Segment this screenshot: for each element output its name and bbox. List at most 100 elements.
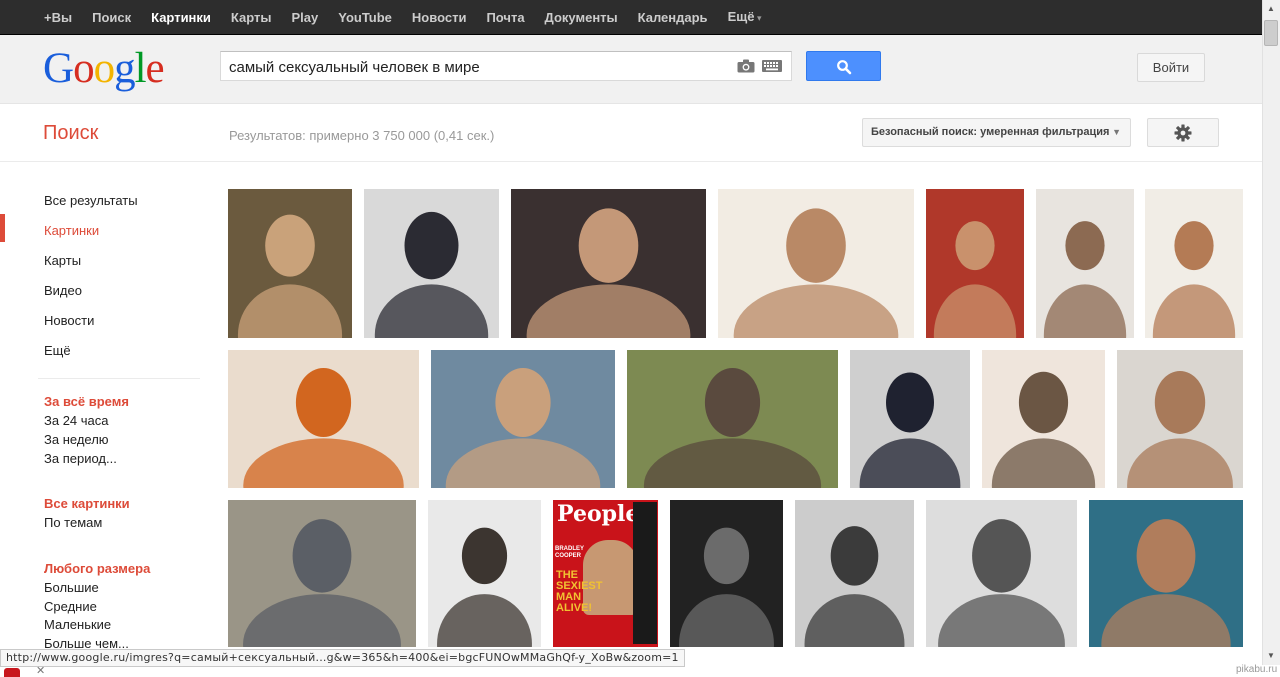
- image-result[interactable]: [1117, 350, 1243, 488]
- search-icon: [837, 60, 852, 75]
- top-nav-calendar[interactable]: Календарь: [628, 0, 718, 35]
- sidebar-item-all-results[interactable]: Все результаты: [44, 193, 138, 208]
- thumbnail-image: [364, 189, 499, 338]
- logo-letter: G: [43, 45, 74, 92]
- chevron-down-icon: ▼: [1112, 127, 1121, 137]
- image-result[interactable]: [850, 350, 970, 488]
- search-input[interactable]: [229, 57, 729, 77]
- top-nav-search[interactable]: Поиск: [82, 0, 141, 35]
- image-result[interactable]: [364, 189, 499, 338]
- image-result[interactable]: [1036, 189, 1134, 338]
- image-result[interactable]: [982, 350, 1105, 488]
- image-result[interactable]: [795, 500, 914, 647]
- camera-icon[interactable]: [737, 59, 755, 73]
- image-result[interactable]: [511, 189, 706, 338]
- top-nav-news[interactable]: Новости: [402, 0, 477, 35]
- logo-letter: e: [145, 45, 165, 92]
- scroll-thumb[interactable]: [1264, 20, 1278, 46]
- time-filter-period[interactable]: За период...: [44, 451, 117, 466]
- image-result[interactable]: [228, 350, 419, 488]
- keyboard-icon[interactable]: [762, 60, 782, 72]
- thumbnail-head: [830, 526, 879, 586]
- size-filter-medium[interactable]: Средние: [44, 599, 97, 614]
- sidebar-item-video[interactable]: Видео: [44, 283, 82, 298]
- thumbnail-image: [795, 500, 914, 647]
- image-result[interactable]: [718, 189, 914, 338]
- header: Google Войти: [0, 35, 1262, 104]
- thumbnail-head: [703, 527, 750, 585]
- thumbnail-image: [1036, 189, 1134, 338]
- search-button[interactable]: [806, 51, 881, 81]
- size-filter-small[interactable]: Маленькие: [44, 617, 111, 632]
- result-stats: Результатов: примерно 3 750 000 (0,41 се…: [229, 128, 495, 143]
- safe-search-label: Безопасный поиск: умеренная фильтрация: [871, 126, 1110, 138]
- youtube-icon: [4, 668, 20, 677]
- image-result[interactable]: [670, 500, 783, 647]
- top-nav-list: +Вы Поиск Картинки Карты Play YouTube Но…: [34, 0, 771, 35]
- image-result-magazine[interactable]: People BRADLEY COOPER THE SEXIEST MAN AL…: [553, 500, 658, 647]
- active-indicator: [0, 214, 5, 242]
- image-result[interactable]: [228, 189, 352, 338]
- thumbnail-head: [404, 211, 459, 280]
- top-nav-images[interactable]: Картинки: [141, 0, 221, 35]
- thumbnail-image: [228, 189, 352, 338]
- image-result[interactable]: [926, 189, 1024, 338]
- image-result[interactable]: [1145, 189, 1243, 338]
- close-icon[interactable]: ✕: [36, 666, 45, 677]
- section-title: Поиск: [43, 122, 99, 144]
- top-nav-youtube[interactable]: YouTube: [328, 0, 402, 35]
- time-filter-24h[interactable]: За 24 часа: [44, 413, 109, 428]
- time-filter-any[interactable]: За всё время: [44, 394, 129, 409]
- watermark: pikabu.ru: [1236, 664, 1278, 675]
- sidebar-item-more[interactable]: Ещё: [44, 343, 71, 358]
- image-result[interactable]: [431, 350, 615, 488]
- thumbnail-head: [1065, 221, 1105, 271]
- bottom-strip: [0, 667, 1280, 677]
- time-filter-week[interactable]: За неделю: [44, 432, 109, 447]
- thumbnail-image: [850, 350, 970, 488]
- thumbnail-image: [1145, 189, 1243, 338]
- sidebar-divider: [38, 378, 200, 379]
- scrollbar[interactable]: [1262, 0, 1280, 665]
- type-filter-by-topic[interactable]: По темам: [44, 515, 102, 530]
- thumbnail-head: [704, 367, 761, 437]
- settings-button[interactable]: [1147, 118, 1219, 147]
- thumbnail-image: [1117, 350, 1243, 488]
- image-result[interactable]: [228, 500, 416, 647]
- thumbnail-head: [495, 367, 551, 437]
- thumbnail-head: [955, 221, 995, 271]
- image-result[interactable]: [926, 500, 1077, 647]
- top-nav-more[interactable]: Ещё: [718, 0, 772, 36]
- google-logo[interactable]: Google: [43, 45, 165, 92]
- top-nav-docs[interactable]: Документы: [535, 0, 628, 35]
- size-filter-any[interactable]: Любого размера: [44, 561, 150, 576]
- image-result[interactable]: [1089, 500, 1243, 647]
- signin-button[interactable]: Войти: [1137, 53, 1205, 82]
- thumbnail-head: [578, 208, 639, 283]
- thumbnail-image: [627, 350, 838, 488]
- top-navigation-bar: +Вы Поиск Картинки Карты Play YouTube Но…: [0, 0, 1262, 35]
- magazine-headline: THE SEXIEST MAN ALIVE!: [556, 569, 603, 614]
- logo-letter: l: [134, 45, 147, 92]
- top-nav-mail[interactable]: Почта: [476, 0, 534, 35]
- top-nav-plus-you[interactable]: +Вы: [34, 0, 82, 35]
- magazine-title: People: [557, 501, 640, 527]
- sidebar-item-news[interactable]: Новости: [44, 313, 94, 328]
- subheader: Поиск Результатов: примерно 3 750 000 (0…: [0, 104, 1262, 162]
- top-nav-play[interactable]: Play: [281, 0, 328, 35]
- type-filter-all[interactable]: Все картинки: [44, 496, 130, 511]
- scroll-down-arrow-icon[interactable]: ▼: [1264, 649, 1278, 663]
- top-nav-maps[interactable]: Карты: [221, 0, 282, 35]
- sidebar-item-maps[interactable]: Карты: [44, 253, 81, 268]
- safe-search-dropdown[interactable]: Безопасный поиск: умеренная фильтрация ▼: [862, 118, 1131, 147]
- thumbnail-image: [718, 189, 914, 338]
- thumbnail-head: [1018, 371, 1069, 434]
- thumbnail-image: [228, 500, 416, 647]
- image-result[interactable]: [627, 350, 838, 488]
- size-filter-large[interactable]: Большие: [44, 580, 99, 595]
- scroll-up-arrow-icon[interactable]: ▲: [1264, 2, 1278, 16]
- image-result[interactable]: [428, 500, 541, 647]
- thumbnail-head: [1154, 370, 1206, 434]
- thumbnail-image: [428, 500, 541, 647]
- sidebar-item-images[interactable]: Картинки: [44, 223, 99, 238]
